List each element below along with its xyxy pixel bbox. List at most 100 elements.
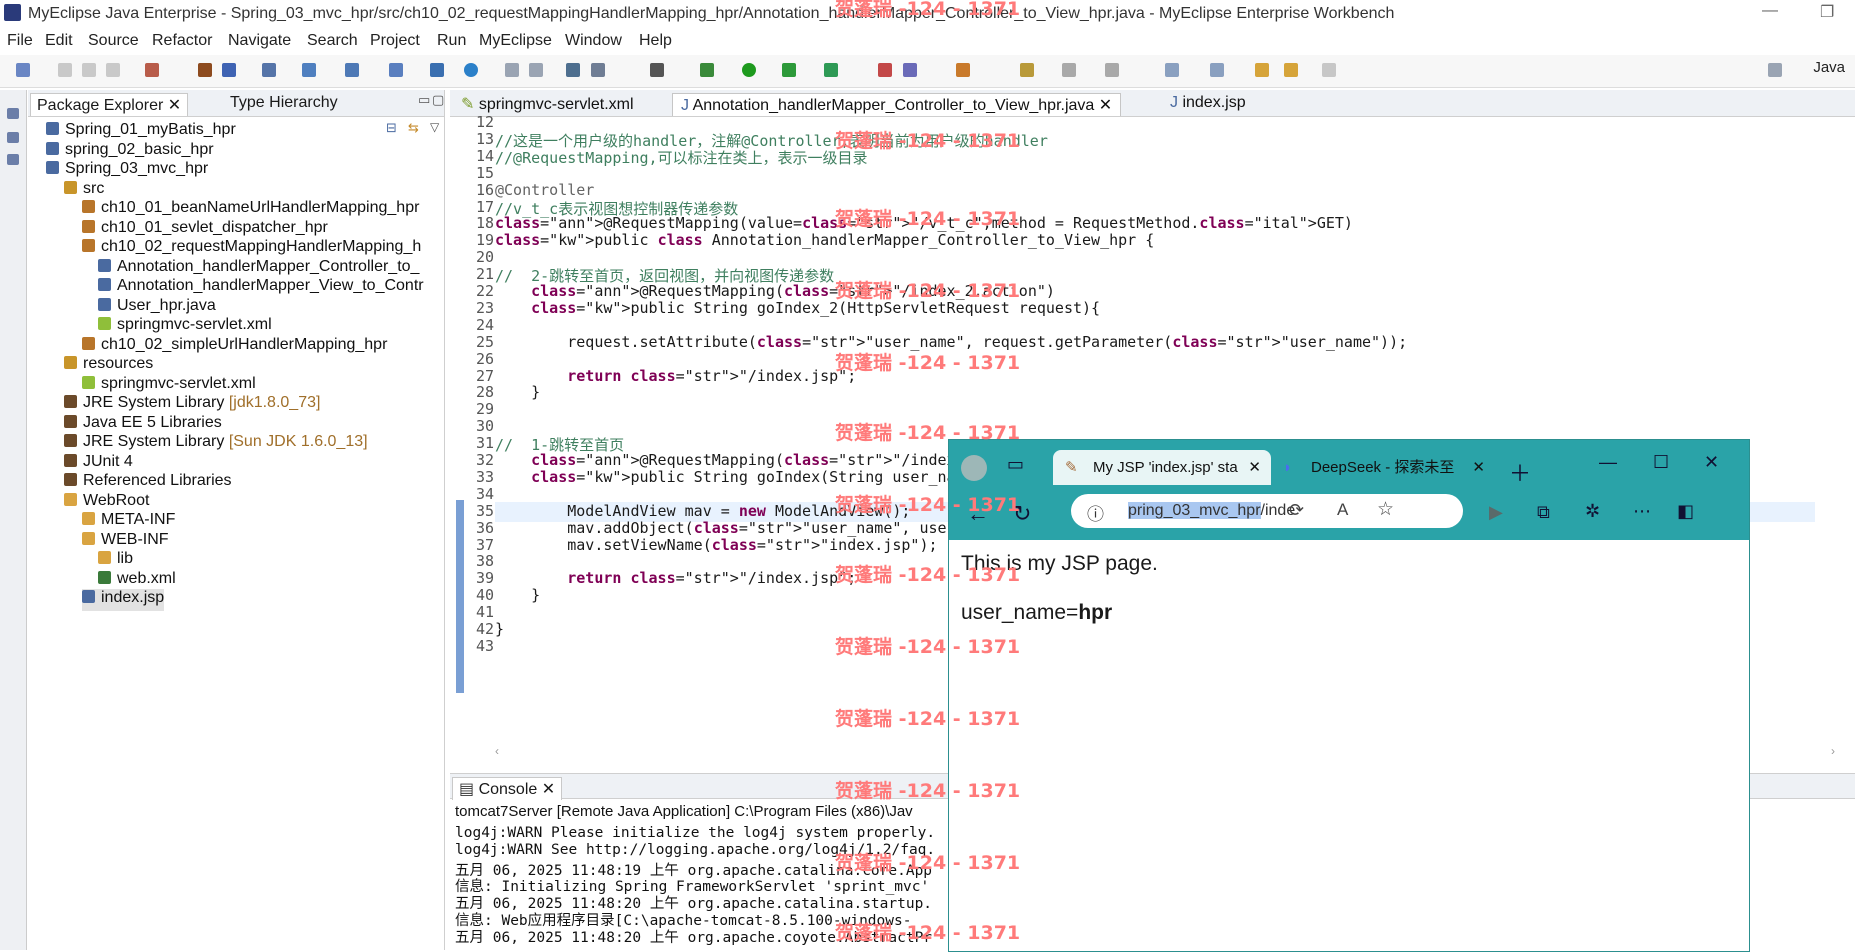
forward-icon[interactable] [1322,63,1336,77]
open-type-icon[interactable] [145,63,159,77]
new-icon[interactable] [16,63,30,77]
deploy-icon[interactable] [222,63,236,77]
menu-help[interactable]: Help [639,32,672,50]
code-line[interactable]: class="kw">public class Annotation_handl… [495,231,1154,251]
build-icon[interactable] [198,63,212,77]
browser-tool-icon[interactable] [389,63,403,77]
menu-search[interactable]: Search [307,32,358,50]
minimize-button[interactable]: — [1762,2,1778,20]
globe-icon[interactable] [464,63,478,77]
translate-icon[interactable]: ⟳ [1289,500,1304,521]
outline-view-icon[interactable] [7,132,19,143]
save-icon[interactable] [58,63,72,77]
open-perspective-icon[interactable] [566,63,580,77]
db-icon[interactable] [430,63,444,77]
menu-navigate[interactable]: Navigate [228,32,291,50]
tab-package-explorer[interactable]: Package Explorer ✕ [30,93,189,116]
code-line[interactable]: mav.setViewName(class="str">"index.jsp")… [495,536,937,556]
address-bar[interactable]: ⓘ pring_03_mvc_hpr/inde ⟳ A ☆ [1071,494,1463,528]
close-icon[interactable]: ✕ [1248,450,1261,485]
debug-icon[interactable] [700,63,714,77]
menu-refactor[interactable]: Refactor [152,32,212,50]
read-aloud-icon[interactable]: A [1337,500,1348,520]
code-line[interactable]: return class="str">"/index.jsp"; [495,569,856,589]
watermark-text: 贺蓬瑞 -124 - 1371 [835,922,1021,944]
console-tool-icon[interactable] [650,63,664,77]
more-menu-icon[interactable]: ⋯ [1633,501,1651,522]
forward-history-icon[interactable] [529,63,543,77]
next-annotation-icon[interactable] [1165,63,1179,77]
info-icon[interactable]: ⓘ [1087,500,1104,525]
menu-file[interactable]: File [7,32,33,50]
sidebar-toggle-icon[interactable]: ◧ [1677,501,1694,522]
team-icon[interactable] [591,63,605,77]
collapse-all-icon[interactable]: ⊟ [386,120,397,136]
play-icon[interactable]: ▶ [1489,502,1503,523]
tab-type-hierarchy[interactable]: Type Hierarchy [224,93,344,113]
pin-icon[interactable] [1062,63,1076,77]
run-icon[interactable] [742,63,756,77]
prev-annotation-icon[interactable] [1210,63,1224,77]
java-perspective-button[interactable]: Java [1813,59,1845,76]
menu-run[interactable]: Run [437,32,466,50]
maximize-view-icon[interactable]: ▢ [432,92,444,108]
url-text[interactable]: pring_03_mvc_hpr/inde [1128,502,1295,520]
perspective-switch-icon[interactable] [1768,63,1782,77]
code-line[interactable]: } [495,620,504,640]
run-external-icon[interactable] [782,63,796,77]
back-history-icon[interactable] [505,63,519,77]
menu-window[interactable]: Window [565,32,622,50]
code-line[interactable]: } [495,383,540,403]
code-line[interactable]: } [495,586,540,606]
menu-edit[interactable]: Edit [45,32,73,50]
server-icon[interactable] [262,63,276,77]
external-tools-icon[interactable] [903,63,917,77]
tab-springmvc-servlet-xml[interactable]: ✎ springmvc-servlet.xml [453,93,642,115]
wizard-icon[interactable] [302,63,316,77]
tree-item[interactable]: index.jsp [82,589,165,611]
favorite-star-icon[interactable]: ☆ [1377,498,1394,521]
last-edit-icon[interactable] [1255,63,1269,77]
tab-my-jsp[interactable]: ✎ My JSP 'index.jsp' sta ✕ [1053,450,1271,485]
open-folder-icon[interactable] [956,63,970,77]
menu-project[interactable]: Project [370,32,420,50]
coverage-icon[interactable] [824,63,838,77]
code-line[interactable]: class="kw">public String goIndex(String … [495,468,992,488]
restore-view-icon[interactable] [7,108,19,119]
print-icon[interactable] [106,63,120,77]
console-process-header: tomcat7Server [Remote Java Application] … [455,803,913,820]
extensions-icon[interactable]: ✲ [1585,501,1600,522]
servers-view-icon[interactable] [7,154,19,165]
stop-icon[interactable] [878,63,892,77]
annotation-icon[interactable] [1020,63,1034,77]
tab-java-file[interactable]: J Annotation_handlerMapper_Controller_to… [672,93,1122,116]
close-icon[interactable]: ✕ [1099,97,1112,114]
toggle-mark-icon[interactable] [1105,63,1119,77]
close-icon[interactable]: ✕ [542,781,555,798]
tab-index-jsp[interactable]: J index.jsp [1162,93,1254,113]
save-all-icon[interactable] [82,63,96,77]
scroll-right-icon[interactable]: › [1831,744,1835,758]
collections-icon[interactable]: ⧉ [1537,502,1550,523]
menu-myeclipse[interactable]: MyEclipse [479,32,552,50]
code-line[interactable]: return class="str">"/index.jsp"; [495,367,856,387]
code-line[interactable]: //@RequestMapping,可以标注在类上，表示一级目录 [495,147,868,167]
search-tool-icon[interactable] [345,63,359,77]
view-menu-icon[interactable]: ▽ [430,120,439,134]
close-window-icon[interactable]: ✕ [1704,452,1719,473]
tab-actions-icon[interactable]: ▭ [1007,454,1024,475]
back-icon[interactable] [1284,63,1298,77]
tab-console[interactable]: ▤ Console ✕ [452,777,563,800]
new-tab-icon[interactable]: ＋ [1509,456,1531,488]
profile-avatar[interactable] [961,455,987,481]
maximize-icon[interactable]: ☐ [1653,452,1669,473]
close-icon[interactable]: ✕ [1472,450,1485,485]
link-editor-icon[interactable]: ⇆ [408,120,419,136]
scroll-left-icon[interactable]: ‹ [495,744,499,758]
tab-deepseek[interactable]: ◗ DeepSeek - 探索未至 ✕ [1279,450,1489,485]
menu-source[interactable]: Source [88,32,139,50]
close-icon[interactable]: ✕ [168,97,181,114]
restore-button[interactable]: ❐ [1820,2,1834,22]
minimize-icon[interactable]: — [1599,452,1617,473]
minimize-view-icon[interactable]: ▭ [418,92,430,108]
